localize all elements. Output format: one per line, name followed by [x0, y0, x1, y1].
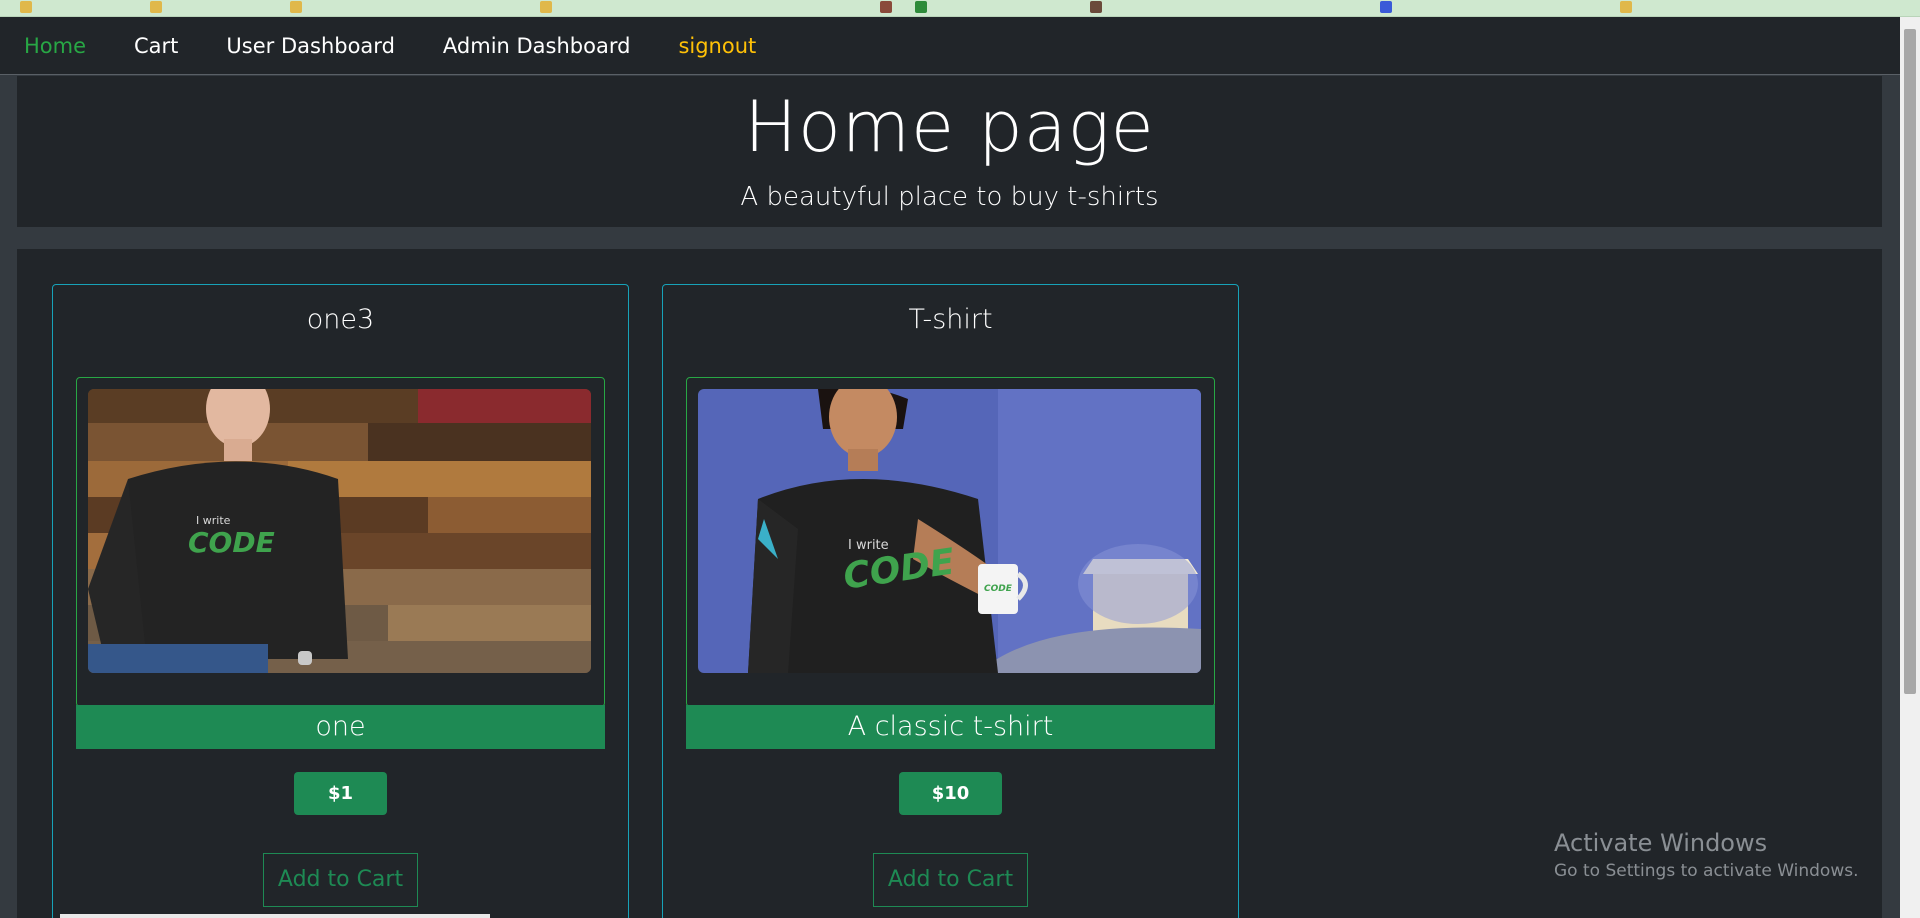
bookmark-icon[interactable] — [290, 1, 302, 13]
product-card: one3 I write CODE one $1 Add to Cart — [52, 284, 629, 918]
bookmark-icon[interactable] — [1620, 1, 1632, 13]
nav-user-dashboard-link[interactable]: User Dashboard — [226, 34, 394, 58]
nav-cart-link[interactable]: Cart — [134, 34, 178, 58]
nav-admin-dashboard-link[interactable]: Admin Dashboard — [443, 34, 631, 58]
product-description: A classic t-shirt — [686, 705, 1215, 749]
product-grid: one3 I write CODE one $1 Add to Cart T-s… — [17, 249, 1882, 918]
page-subtitle: A beautyful place to buy t-shirts — [740, 182, 1159, 212]
bookmark-icon[interactable] — [1380, 1, 1392, 13]
navbar: Home Cart User Dashboard Admin Dashboard… — [0, 17, 1900, 75]
horizontal-scrollbar[interactable] — [60, 914, 490, 918]
windows-activation-watermark: Activate Windows Go to Settings to activ… — [1554, 829, 1859, 881]
bookmark-icon[interactable] — [1090, 1, 1102, 13]
price-button[interactable]: $1 — [294, 772, 387, 815]
product-description: one — [76, 705, 605, 749]
product-image: CODE I write CODE — [698, 389, 1201, 673]
jumbotron: Home page A beautyful place to buy t-shi… — [17, 76, 1882, 227]
nav-signout-link[interactable]: signout — [678, 34, 756, 58]
product-card: T-shirt CODE I write CODE A classic t-sh… — [662, 284, 1239, 918]
price-button[interactable]: $10 — [899, 772, 1002, 815]
bookmark-icon[interactable] — [150, 1, 162, 13]
bookmark-icon[interactable] — [915, 1, 927, 13]
product-image: I write CODE — [88, 389, 591, 673]
browser-bookmarks-bar — [0, 0, 1920, 17]
watermark-title: Activate Windows — [1554, 829, 1768, 857]
scrollbar-thumb[interactable] — [1904, 29, 1916, 694]
shirt-print-line2: CODE — [188, 526, 275, 559]
product-image-frame: CODE I write CODE — [686, 377, 1215, 707]
bookmark-icon[interactable] — [880, 1, 892, 13]
page-title: Home page — [744, 86, 1155, 168]
vertical-scrollbar[interactable] — [1900, 17, 1920, 918]
product-name: T-shirt — [908, 304, 993, 335]
bookmark-icon[interactable] — [20, 1, 32, 13]
add-to-cart-button[interactable]: Add to Cart — [263, 853, 418, 907]
product-name: one3 — [306, 304, 375, 335]
add-to-cart-button[interactable]: Add to Cart — [873, 853, 1028, 907]
bookmark-icon[interactable] — [540, 1, 552, 13]
mug-print: CODE — [984, 584, 1013, 594]
page: Home Cart User Dashboard Admin Dashboard… — [0, 17, 1900, 918]
watermark-subtitle: Go to Settings to activate Windows. — [1554, 861, 1859, 881]
nav-home-link[interactable]: Home — [24, 34, 86, 58]
product-image-frame: I write CODE — [76, 377, 605, 707]
